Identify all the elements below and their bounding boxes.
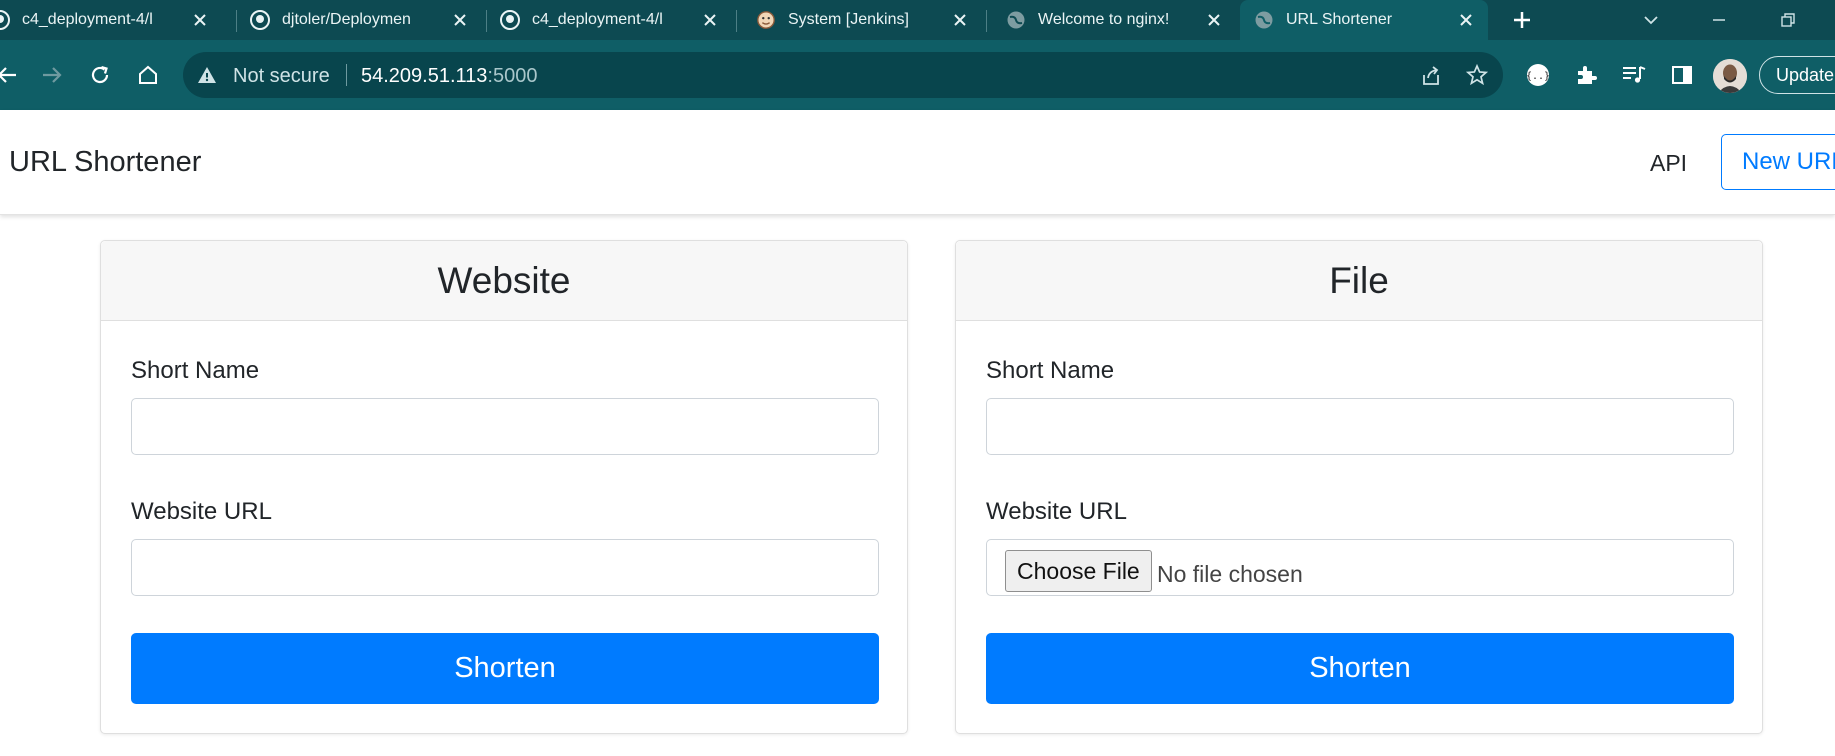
api-link[interactable]: API bbox=[1650, 150, 1687, 177]
tab-search-button[interactable] bbox=[1628, 0, 1674, 40]
file-card-header: File bbox=[956, 241, 1762, 321]
tab-github-1[interactable]: c4_deployment-4/l bbox=[0, 0, 222, 40]
json-extension-icon: {..} bbox=[1526, 64, 1550, 86]
github-icon bbox=[500, 10, 520, 30]
close-icon[interactable] bbox=[450, 10, 470, 30]
close-icon[interactable] bbox=[700, 10, 720, 30]
tab-separator bbox=[236, 10, 237, 32]
tab-jenkins[interactable]: System [Jenkins] bbox=[756, 0, 982, 40]
minimize-button[interactable] bbox=[1696, 0, 1742, 40]
security-label[interactable]: Not secure bbox=[233, 65, 330, 88]
file-card: File Short Name Website URL Choose File … bbox=[955, 240, 1763, 734]
url-port: :5000 bbox=[487, 65, 538, 87]
chevron-down-icon bbox=[1644, 16, 1658, 25]
tab-separator bbox=[986, 10, 987, 32]
jenkins-icon bbox=[756, 10, 776, 30]
playlist-icon bbox=[1623, 66, 1646, 83]
file-input: Choose File No file chosen bbox=[986, 539, 1734, 596]
tab-nginx[interactable]: Welcome to nginx! bbox=[1006, 0, 1236, 40]
website-card-header: Website bbox=[101, 241, 907, 321]
side-panel-button[interactable] bbox=[1665, 58, 1699, 92]
reading-list-button[interactable] bbox=[1617, 58, 1651, 92]
short-name-label: Short Name bbox=[131, 357, 260, 384]
short-name-label: Short Name bbox=[986, 357, 1115, 384]
globe-icon bbox=[1006, 10, 1026, 30]
browser-tab-bar: c4_deployment-4/l djtoler/Deploymen c4_d… bbox=[0, 0, 1835, 40]
address-bar[interactable]: Not secure 54.209.51.113:5000 bbox=[183, 52, 1503, 98]
divider bbox=[346, 64, 347, 86]
website-url-input[interactable] bbox=[131, 539, 879, 596]
globe-icon bbox=[1254, 10, 1274, 30]
github-icon bbox=[250, 10, 270, 30]
url-host: 54.209.51.113 bbox=[361, 65, 488, 87]
close-icon[interactable] bbox=[950, 10, 970, 30]
update-button[interactable]: Update bbox=[1759, 56, 1835, 94]
new-tab-button[interactable] bbox=[1499, 0, 1545, 40]
home-button[interactable] bbox=[129, 56, 167, 94]
home-icon bbox=[139, 65, 157, 84]
svg-text:{..}: {..} bbox=[1526, 71, 1550, 82]
website-short-name-input[interactable] bbox=[131, 398, 879, 455]
extension-json-button[interactable]: {..} bbox=[1521, 58, 1555, 92]
avatar[interactable] bbox=[1713, 59, 1747, 93]
choose-file-button[interactable]: Choose File bbox=[1005, 550, 1152, 592]
puzzle-icon bbox=[1578, 66, 1597, 84]
star-icon[interactable] bbox=[1465, 63, 1489, 87]
extensions-button[interactable] bbox=[1569, 58, 1603, 92]
website-shorten-button[interactable]: Shorten bbox=[131, 633, 879, 704]
back-button[interactable] bbox=[0, 56, 26, 94]
tab-separator bbox=[486, 10, 487, 32]
file-url-label: Website URL bbox=[986, 498, 1127, 525]
tab-separator bbox=[736, 10, 737, 32]
url-text[interactable]: 54.209.51.113:5000 bbox=[361, 65, 537, 88]
site-navbar: URL Shortener API New URL bbox=[0, 110, 1835, 215]
forward-button[interactable] bbox=[33, 56, 71, 94]
file-shorten-button[interactable]: Shorten bbox=[986, 633, 1734, 704]
reload-icon bbox=[91, 65, 109, 84]
restore-button[interactable] bbox=[1765, 0, 1811, 40]
tab-github-3[interactable]: c4_deployment-4/l bbox=[500, 0, 732, 40]
file-short-name-input[interactable] bbox=[986, 398, 1734, 455]
arrow-right-icon bbox=[43, 67, 62, 83]
close-icon[interactable] bbox=[1456, 10, 1476, 30]
close-icon[interactable] bbox=[1204, 10, 1224, 30]
share-icon[interactable] bbox=[1419, 64, 1443, 88]
website-card: Website Short Name Website URL Shorten bbox=[100, 240, 908, 734]
warning-icon[interactable] bbox=[197, 65, 217, 85]
profile-photo-icon bbox=[1713, 59, 1747, 93]
new-url-button[interactable]: New URL bbox=[1721, 134, 1835, 190]
file-status-text: No file chosen bbox=[1157, 561, 1303, 587]
brand-title[interactable]: URL Shortener bbox=[9, 146, 201, 179]
side-panel-icon bbox=[1672, 66, 1692, 84]
tab-url-shortener[interactable]: URL Shortener bbox=[1240, 0, 1488, 40]
github-icon bbox=[0, 10, 10, 30]
website-url-label: Website URL bbox=[131, 498, 272, 525]
close-icon[interactable] bbox=[190, 10, 210, 30]
minimize-icon bbox=[1713, 19, 1725, 21]
browser-toolbar: Not secure 54.209.51.113:5000 {..} Updat… bbox=[0, 40, 1835, 110]
restore-icon bbox=[1781, 13, 1795, 27]
tab-github-2[interactable]: djtoler/Deploymen bbox=[250, 0, 482, 40]
reload-button[interactable] bbox=[81, 56, 119, 94]
arrow-left-icon bbox=[0, 67, 16, 83]
plus-icon bbox=[1514, 12, 1530, 28]
